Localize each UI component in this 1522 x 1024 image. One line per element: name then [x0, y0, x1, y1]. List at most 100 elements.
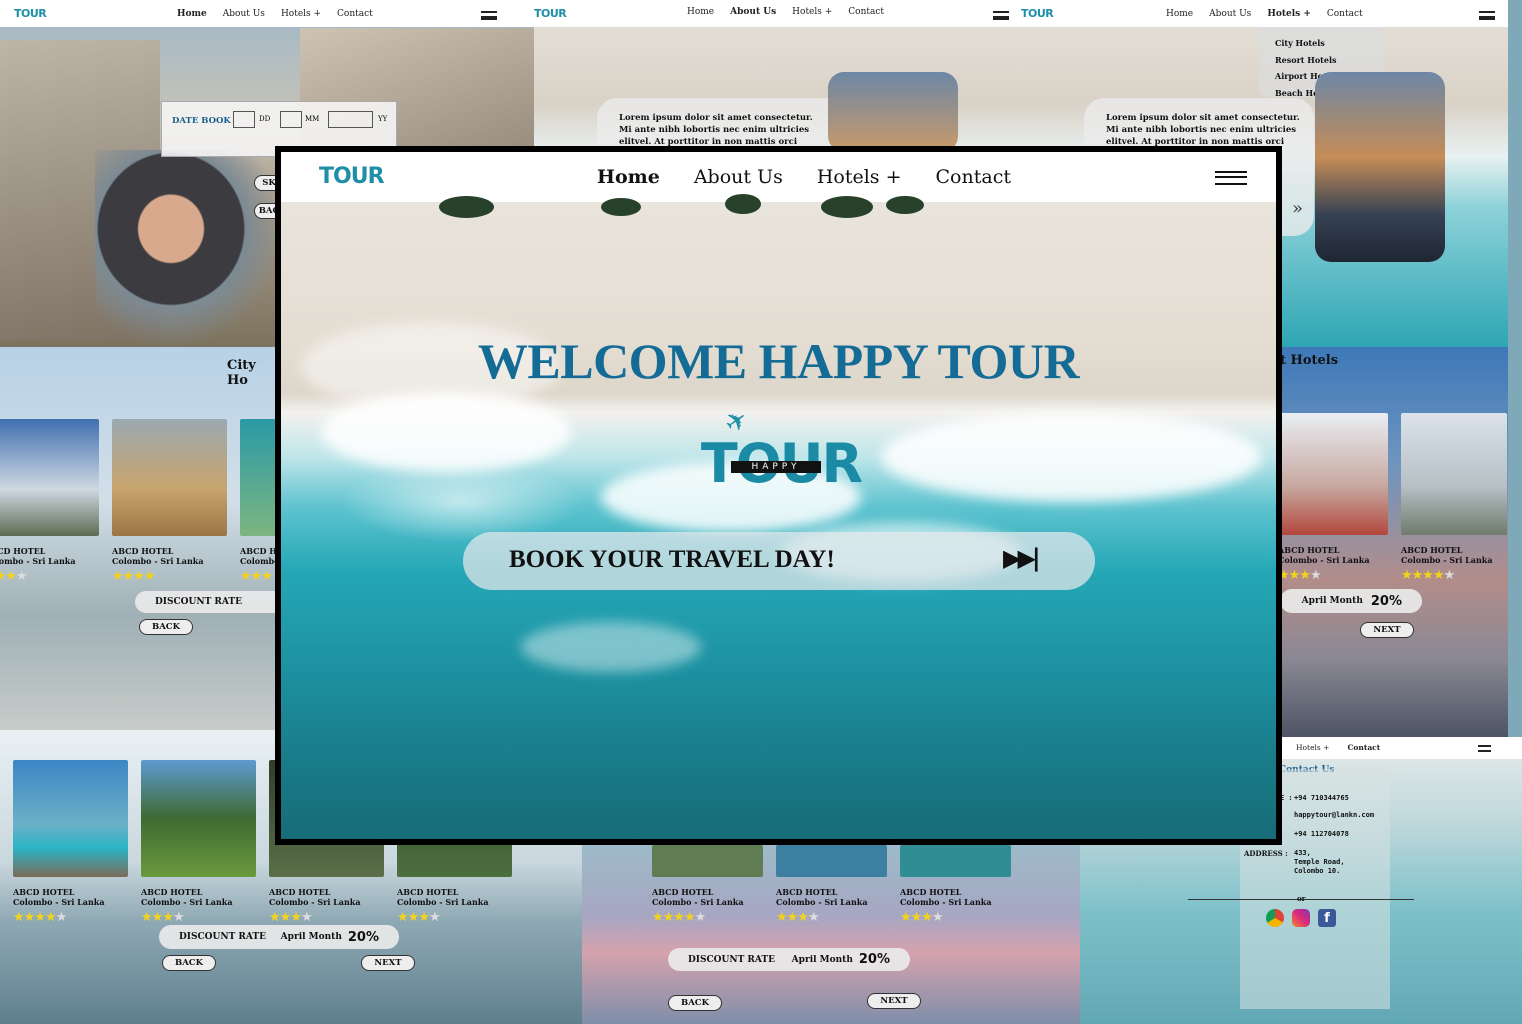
facebook-icon[interactable]: f: [1318, 909, 1336, 927]
hotel-image[interactable]: [112, 419, 227, 536]
nav-home[interactable]: Home: [687, 7, 714, 17]
discount-pill: DISCOUNT RATE April Month 20%: [668, 948, 910, 971]
nav-hotels[interactable]: Hotels +: [1296, 743, 1329, 752]
nav-contact[interactable]: Contact: [337, 9, 373, 19]
airplane-wing-image: [1315, 72, 1445, 262]
hotel-name: ABCD HOTEL: [269, 887, 331, 897]
nav-contact[interactable]: Contact: [936, 166, 1011, 188]
rating-stars: ★★★★: [776, 910, 820, 925]
menu-icon[interactable]: [993, 11, 1009, 20]
nav-about[interactable]: About Us: [223, 9, 265, 19]
back-button[interactable]: BACK: [162, 955, 216, 971]
nav-home[interactable]: Home: [1166, 9, 1193, 19]
dd-label: DD: [259, 115, 271, 123]
menu-item-city-hotels[interactable]: City Hotels: [1275, 35, 1383, 52]
nav-contact[interactable]: Contact: [1347, 743, 1380, 752]
rating-stars: ★★★: [240, 569, 273, 584]
menu-icon[interactable]: [1215, 171, 1247, 185]
main-window: TOUR Home About Us Hotels + Contact WELC…: [275, 146, 1282, 845]
discount-pill: April Month 20%: [1280, 589, 1422, 613]
about-line: Mi ante nibh lobortis nec enim ultricies: [619, 125, 810, 135]
hotel-image[interactable]: [776, 845, 887, 877]
nav-hotels[interactable]: Hotels +: [817, 166, 902, 188]
hotel-name: ABCD HOTEL: [652, 887, 714, 897]
phone-value: +94 710344765: [1294, 794, 1349, 802]
next-button[interactable]: NEXT: [1360, 622, 1414, 638]
nav-about[interactable]: About Us: [1209, 9, 1251, 19]
hotel-location: Colombo - Sri Lanka: [112, 556, 204, 566]
nav-contact[interactable]: Contact: [1327, 9, 1363, 19]
year-input[interactable]: [328, 111, 373, 128]
about-line: Mi ante nibh lobortis nec enim ultricies: [1106, 125, 1297, 135]
month-input[interactable]: [280, 111, 302, 128]
next-button[interactable]: NEXT: [867, 993, 921, 1009]
hotel-name: ABCD HOTEL: [776, 887, 838, 897]
back-button[interactable]: BACK: [668, 995, 722, 1011]
rating-stars: ★★★★: [900, 910, 944, 925]
menu-icon[interactable]: [1478, 745, 1491, 752]
section-title: t Hotels: [1280, 353, 1339, 368]
hotel-name: ABCD HOTEL: [13, 887, 75, 897]
month-label: April Month: [280, 932, 342, 942]
logo[interactable]: TOUR: [1021, 7, 1054, 20]
next-button[interactable]: NEXT: [361, 955, 415, 971]
phone2-value: +94 112704078: [1294, 830, 1349, 838]
nav-hotels[interactable]: Hotels +: [281, 9, 321, 19]
hotel-name: ABCD HOTEL: [112, 546, 174, 556]
tour-logo: ✈ TOUR HAPPY: [686, 403, 876, 502]
section-title: City Ho: [227, 358, 256, 388]
hotel-name: ABCD HOTEL: [240, 546, 280, 556]
fast-forward-icon[interactable]: ▶▶|: [1003, 544, 1041, 572]
day-input[interactable]: [233, 111, 255, 128]
double-chevron-right-icon[interactable]: »: [1292, 198, 1303, 219]
nav-about[interactable]: About Us: [694, 166, 783, 188]
hotel-name: ABCD HOTEL: [0, 546, 46, 556]
nav-about[interactable]: About Us: [730, 7, 776, 17]
hotel-image[interactable]: [13, 760, 128, 877]
airplane-wing-image: [828, 72, 958, 152]
month-label: April Month: [1301, 596, 1363, 606]
hotel-location: Colombo - Sri Lanka: [0, 556, 76, 566]
rating-stars: ★★★★★: [13, 910, 67, 925]
or-label: or: [1297, 894, 1306, 903]
nav-hotels[interactable]: Hotels +: [1267, 9, 1311, 19]
hotel-image[interactable]: [240, 419, 280, 536]
hotel-image[interactable]: [1401, 413, 1507, 535]
logo[interactable]: TOUR: [319, 164, 385, 189]
logo[interactable]: TOUR: [534, 7, 567, 20]
chrome-icon[interactable]: [1266, 909, 1284, 927]
hotel-location: Colombo - Sri Lanka: [269, 897, 361, 907]
panel-city-hotels: City Ho ABCD HOTELColombo - Sri Lanka ★★…: [0, 347, 280, 730]
hotel-image[interactable]: [141, 760, 256, 877]
book-travel-button[interactable]: BOOK YOUR TRAVEL DAY! ▶▶|: [463, 532, 1095, 590]
hotel-image[interactable]: [652, 845, 763, 877]
hotel-name: ABCD HOTEL: [1401, 545, 1463, 555]
book-travel-label: BOOK YOUR TRAVEL DAY!: [509, 546, 835, 573]
email-value[interactable]: happytour@lankn.com: [1294, 811, 1374, 819]
hotel-image[interactable]: [900, 845, 1011, 877]
nav-hotels[interactable]: Hotels +: [792, 7, 832, 17]
logo[interactable]: TOUR: [14, 7, 47, 20]
rating-stars: ★★★★: [397, 910, 441, 925]
back-button[interactable]: BACK: [139, 619, 193, 635]
hotel-location: Colombo - Sri Lanka: [900, 897, 992, 907]
hotel-location: Colombo - Sri Lanka: [13, 897, 105, 907]
mm-label: MM: [305, 115, 320, 123]
rating-stars: ★★★★: [141, 910, 185, 925]
menu-item-resort-hotels[interactable]: Resort Hotels: [1275, 52, 1383, 69]
panel-airport-hotels: t Hotels ABCD HOTEL Colombo - Sri Lanka ★…: [1280, 347, 1508, 737]
menu-icon[interactable]: [1479, 11, 1495, 20]
welcome-headline: WELCOME HAPPY TOUR: [477, 333, 1080, 389]
discount-label: DISCOUNT RATE: [688, 954, 775, 965]
nav-contact[interactable]: Contact: [848, 7, 884, 17]
nav-home[interactable]: Home: [597, 166, 660, 188]
hotel-image[interactable]: [1280, 413, 1388, 535]
nav-home[interactable]: Home: [177, 9, 207, 19]
discount-label: DISCOUNT RATE: [179, 932, 266, 942]
rating-stars: ★★★★: [269, 910, 313, 925]
month-label: April Month: [791, 954, 853, 965]
hotel-image[interactable]: [0, 419, 99, 536]
menu-icon[interactable]: [481, 11, 497, 20]
instagram-icon[interactable]: [1292, 909, 1310, 927]
logo-subtext: HAPPY: [731, 461, 821, 473]
